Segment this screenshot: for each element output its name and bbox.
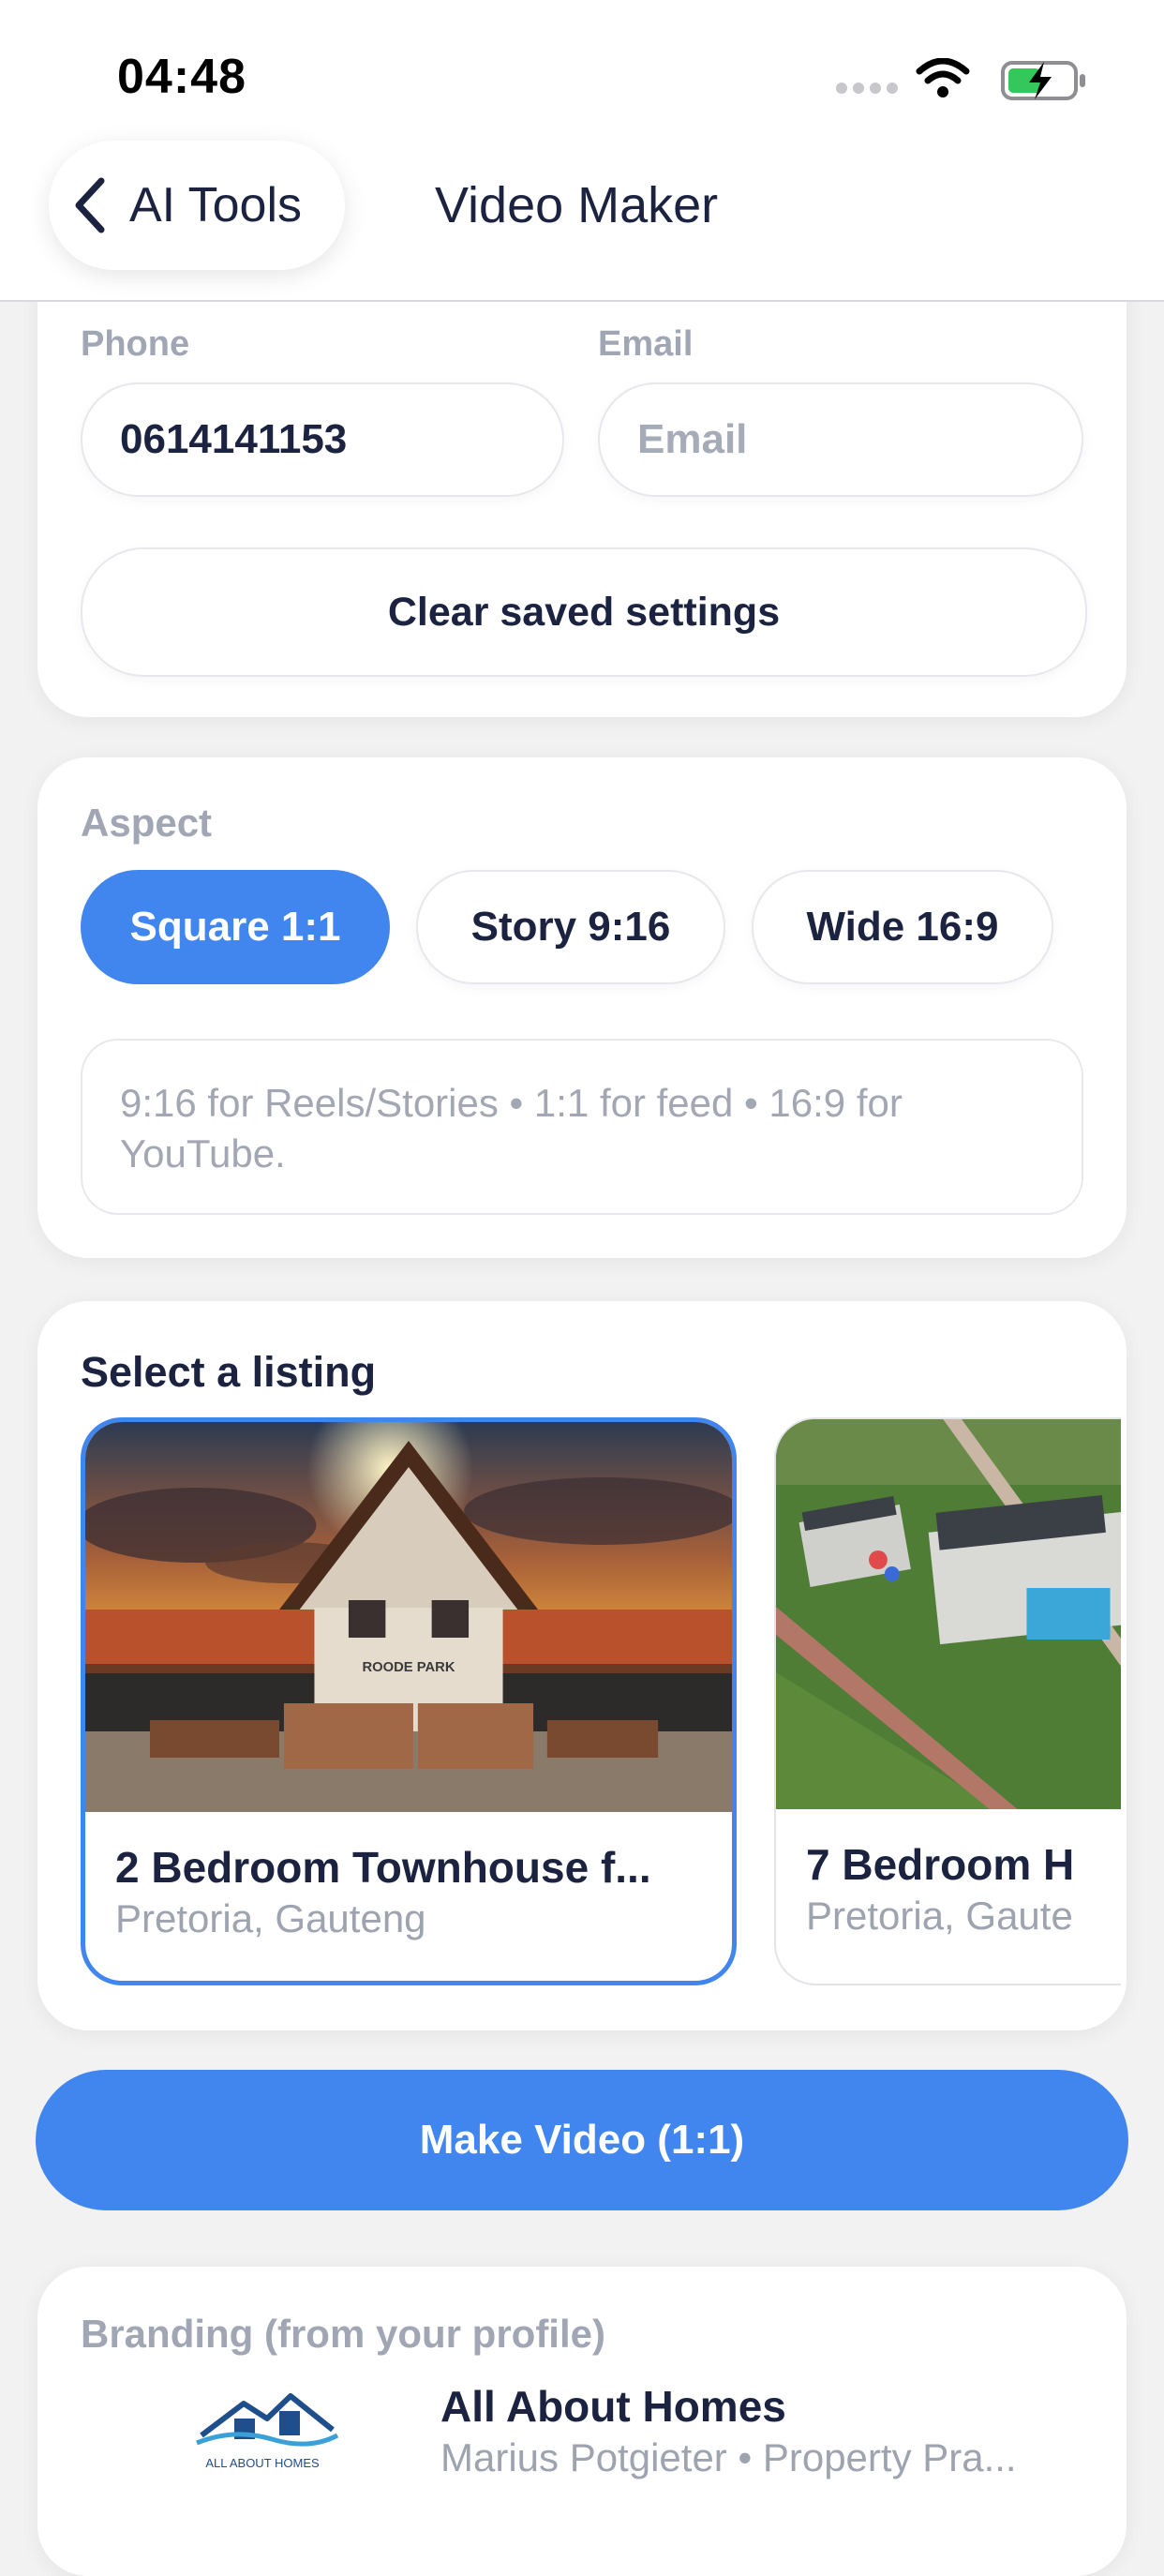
back-button[interactable]: AI Tools <box>49 141 345 270</box>
branding-card: Branding (from your profile) ALL ABOUT H… <box>37 2267 1127 2576</box>
agent-line: Marius Potgieter • Property Pra... <box>440 2435 1017 2479</box>
listing-location: Pretoria, Gauteng <box>115 1896 426 1940</box>
aspect-card: Aspect Square 1:1 Story 9:16 Wide 16:9 9… <box>37 757 1127 1258</box>
back-label: AI Tools <box>129 178 303 232</box>
listing-card-2[interactable]: 7 Bedroom H Pretoria, Gaute <box>774 1417 1127 1985</box>
phone-value: 0614141153 <box>120 416 348 462</box>
status-icons <box>694 54 1087 101</box>
aspect-label: Aspect <box>81 801 213 845</box>
listing-card-1[interactable]: ROODE PARK 2 Bedroom Townhouse f... Pret… <box>81 1417 737 1985</box>
email-input[interactable]: Email <box>598 382 1083 497</box>
email-label: Email <box>598 324 694 364</box>
listing-location: Pretoria, Gaute <box>806 1894 1073 1938</box>
estate-sign-text: ROODE PARK <box>362 1660 455 1675</box>
status-time: 04:48 <box>117 50 246 104</box>
email-placeholder: Email <box>637 416 748 462</box>
top-bar: 04:48 AI Tools Video Maker <box>0 0 1164 302</box>
agency-logo: ALL ABOUT HOMES <box>196 2393 339 2470</box>
phone-input[interactable]: 0614141153 <box>81 382 564 497</box>
clear-settings-button[interactable]: Clear saved settings <box>81 547 1087 677</box>
aspect-hint: 9:16 for Reels/Stories • 1:1 for feed • … <box>81 1039 1083 1215</box>
listing-photo-aerial-house <box>776 1419 1127 1809</box>
aspect-story-button[interactable]: Story 9:16 <box>416 870 725 984</box>
wifi-icon <box>916 58 970 97</box>
listing-photo-estate-gate: ROODE PARK <box>85 1422 732 1812</box>
listings-title: Select a listing <box>81 1348 377 1396</box>
aspect-square-button[interactable]: Square 1:1 <box>81 870 390 984</box>
contact-card: Phone Email 0614141153 Email Clear saved… <box>37 234 1127 717</box>
make-video-button[interactable]: Make Video (1:1) <box>36 2070 1128 2210</box>
phone-label: Phone <box>81 324 190 364</box>
carousel-edge <box>1121 1301 1127 2030</box>
battery-charging-icon <box>1001 61 1085 100</box>
listings-card: Select a listing ROODE PARK 2 Bedroom To… <box>37 1301 1127 2030</box>
listing-title: 2 Bedroom Townhouse f... <box>115 1843 651 1892</box>
page-title: Video Maker <box>435 177 719 233</box>
aspect-wide-button[interactable]: Wide 16:9 <box>752 870 1053 984</box>
agency-name: All About Homes <box>440 2382 786 2431</box>
branding-label: Branding (from your profile) <box>81 2312 605 2356</box>
chevron-left-icon <box>75 177 105 233</box>
logo-text: ALL ABOUT HOMES <box>205 2456 320 2470</box>
listing-title: 7 Bedroom H <box>806 1840 1075 1889</box>
cellular-signal-icon <box>836 82 900 94</box>
